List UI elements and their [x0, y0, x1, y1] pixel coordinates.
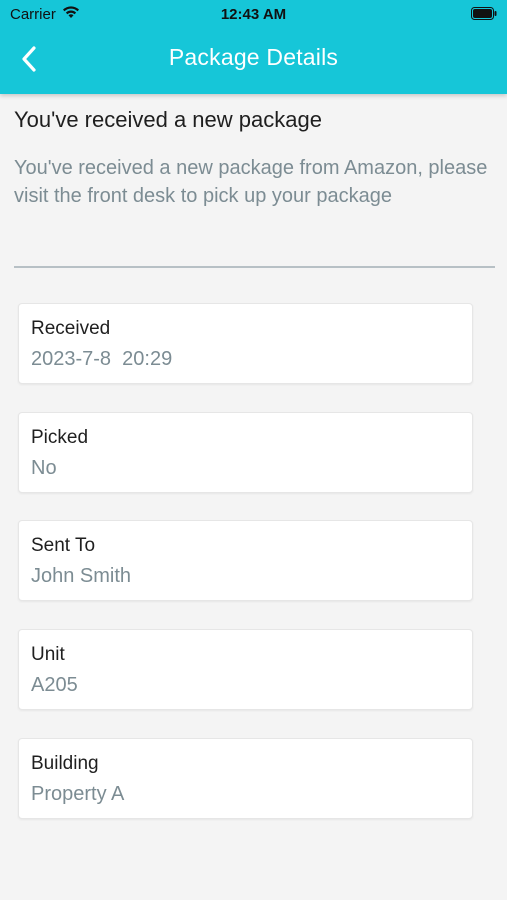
detail-value: 2023-7-8 20:29 [31, 348, 173, 370]
detail-value: Property A [31, 783, 125, 805]
detail-card-sent-to: Sent To John Smith [18, 520, 473, 601]
page-title: Package Details [168, 44, 339, 70]
detail-label: Building [31, 753, 99, 774]
divider [14, 266, 495, 268]
detail-card-building: Building Property A [18, 738, 473, 819]
app-header: Carrier 12:43 AM Package Details [0, 0, 507, 94]
detail-label: Sent To [31, 535, 96, 556]
detail-card-picked: Picked No [18, 412, 473, 493]
detail-value: A205 [31, 674, 78, 696]
navigation-bar: Package Details [0, 30, 507, 90]
detail-label: Unit [31, 644, 65, 665]
detail-card-received: Received 2023-7-8 20:29 [18, 303, 473, 384]
status-time: 12:43 AM [220, 6, 287, 23]
notification-message: You've received a new package from Amazo… [14, 157, 488, 207]
detail-value: John Smith [31, 565, 132, 587]
status-bar: Carrier 12:43 AM [0, 0, 507, 28]
battery-icon [471, 7, 497, 24]
detail-label: Picked [31, 427, 89, 448]
detail-value: No [31, 457, 57, 479]
detail-card-unit: Unit A205 [18, 629, 473, 710]
notification-headline: You've received a new package [14, 107, 322, 132]
detail-label: Received [31, 318, 111, 339]
